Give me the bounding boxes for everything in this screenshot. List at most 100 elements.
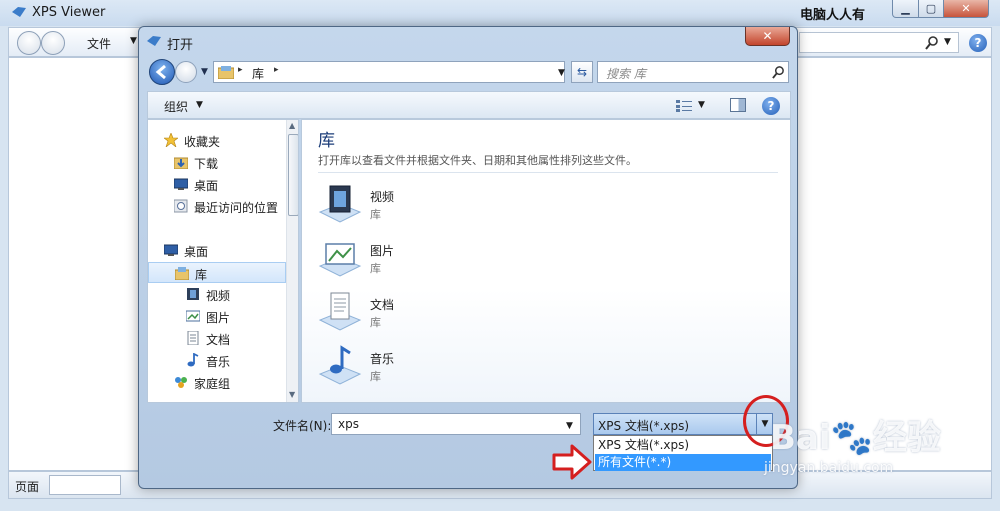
filename-value[interactable]: xps (338, 417, 359, 431)
star-icon (164, 133, 178, 147)
xps-app-icon (12, 7, 26, 17)
search-placeholder: 搜索 库 (606, 67, 646, 81)
recent-places-icon (174, 199, 188, 213)
window-title: XPS Viewer (32, 5, 106, 20)
search-icon[interactable] (925, 36, 939, 50)
desktop-icon (174, 178, 188, 190)
chevron-down-icon[interactable]: ▼ (698, 100, 705, 110)
scroll-down-icon[interactable]: ▼ (289, 390, 295, 399)
filename-input[interactable]: xps ▼ (331, 413, 581, 435)
dialog-close-button[interactable]: ✕ (745, 27, 790, 46)
help-icon[interactable]: ? (969, 34, 987, 52)
page-number-input[interactable] (49, 475, 121, 495)
back-icon[interactable] (17, 31, 41, 55)
library-type: 库 (370, 316, 381, 329)
filename-label: 文件名(N): (273, 419, 332, 433)
library-type: 库 (370, 208, 381, 221)
search-input[interactable]: 搜索 库 (597, 61, 789, 83)
annotation-arrow-icon (552, 444, 592, 480)
organize-button[interactable]: 组织 (164, 98, 188, 115)
change-view-icon[interactable] (676, 99, 692, 112)
nav-item-label: 文档 (206, 333, 231, 347)
nav-scrollbar[interactable]: ▲ ▼ (286, 120, 298, 402)
forward-icon[interactable] (41, 31, 65, 55)
nav-item-videos[interactable]: 视频 (148, 284, 286, 305)
nav-item-homegroup[interactable]: 家庭组 (148, 372, 286, 393)
downloads-folder-icon (174, 157, 188, 169)
chevron-down-icon[interactable]: ▼ (944, 37, 951, 47)
nav-item-recent-places[interactable]: 最近访问的位置 (148, 196, 286, 217)
navigation-bar: ▼ ▸ 库 ▸ ▼ ⇆ 搜索 库 (147, 57, 791, 87)
page-label: 页面 (15, 480, 40, 494)
nav-item-label: 图片 (206, 311, 231, 325)
preview-pane-icon[interactable] (730, 98, 746, 112)
xps-app-icon (147, 36, 161, 46)
forward-icon[interactable] (175, 61, 197, 83)
nav-item-music[interactable]: 音乐 (148, 350, 286, 371)
recent-pages-dropdown[interactable]: ▼ (201, 67, 208, 77)
breadcrumb-location[interactable]: 库 (252, 65, 264, 82)
nav-item-label: 音乐 (206, 355, 231, 369)
filetype-selected[interactable]: XPS 文档(*.xps) (598, 417, 689, 434)
library-description: 打开库以查看文件并根据文件夹、日期和其他属性排列这些文件。 (318, 154, 637, 167)
library-name: 视频 (370, 190, 395, 204)
nav-item-label: 家庭组 (194, 377, 231, 391)
library-item-documents[interactable]: 文档 库 (318, 288, 618, 338)
file-menu[interactable]: 文件 (87, 35, 111, 52)
divider (318, 172, 778, 173)
library-list-pane: 库 打开库以查看文件并根据文件夹、日期和其他属性排列这些文件。 视频 库 图片 … (301, 119, 791, 403)
nav-item-label: 下载 (194, 157, 219, 171)
nav-item-downloads[interactable]: 下载 (148, 152, 286, 173)
nav-item-desktop[interactable]: 桌面 (148, 174, 286, 195)
chevron-down-icon[interactable]: ▼ (566, 421, 573, 431)
help-icon[interactable]: ? (762, 97, 780, 115)
desktop-icon (164, 244, 178, 256)
library-item-pictures[interactable]: 图片 库 (318, 234, 618, 284)
chevron-down-icon[interactable]: ▼ (196, 100, 203, 110)
chevron-down-icon[interactable]: ▼ (130, 36, 137, 46)
command-bar: 组织 ▼ ▼ ? (147, 91, 791, 119)
minimize-button[interactable]: ▁ (892, 0, 919, 18)
nav-item-label: 视频 (206, 289, 231, 303)
documents-icon (187, 331, 199, 345)
title-bar: XPS Viewer 电脑人人有 ▁ ▢ ✕ (0, 0, 1000, 26)
close-button[interactable]: ✕ (943, 0, 989, 18)
back-icon[interactable] (149, 59, 175, 85)
library-item-music[interactable]: 音乐 库 (318, 342, 618, 392)
documents-library-icon (318, 292, 362, 331)
library-type: 库 (370, 370, 381, 383)
open-dialog: 打开 ✕ ▼ ▸ 库 ▸ ▼ ⇆ 搜索 库 组织 ▼ ▼ ? 收藏夹 下载 桌面… (138, 26, 798, 489)
refresh-icon[interactable]: ⇆ (571, 61, 593, 83)
chevron-down-icon[interactable]: ▼ (558, 68, 565, 78)
nav-item-libraries[interactable]: 库 (148, 262, 286, 283)
dialog-title: 打开 (167, 38, 194, 53)
scroll-up-icon[interactable]: ▲ (289, 121, 295, 130)
watermark-url: jingyan.baidu.com (764, 460, 894, 476)
search-icon[interactable] (772, 66, 785, 79)
library-name: 文档 (370, 298, 395, 312)
address-bar[interactable]: ▸ 库 ▸ ▼ (213, 61, 565, 83)
brand-text: 电脑人人有 (800, 8, 866, 23)
nav-item-documents[interactable]: 文档 (148, 328, 286, 349)
nav-item-pictures[interactable]: 图片 (148, 306, 286, 327)
nav-item-label: 桌面 (184, 245, 209, 259)
scrollbar-thumb[interactable] (288, 134, 298, 216)
library-type: 库 (370, 262, 381, 275)
breadcrumb-separator[interactable]: ▸ (274, 65, 279, 75)
homegroup-icon (175, 377, 187, 388)
nav-item-desktop-root[interactable]: 桌面 (148, 240, 286, 261)
music-icon (187, 353, 199, 367)
filetype-option-xps[interactable]: XPS 文档(*.xps) (595, 437, 771, 454)
library-item-videos[interactable]: 视频 库 (318, 180, 618, 230)
breadcrumb-separator[interactable]: ▸ (238, 65, 243, 75)
library-name: 音乐 (370, 352, 395, 366)
maximize-button[interactable]: ▢ (918, 0, 944, 18)
pictures-icon (186, 310, 200, 322)
navigation-pane: 收藏夹 下载 桌面 最近访问的位置 桌面 库 视频 图片 文档 音乐 家庭组 ▲… (147, 119, 299, 403)
nav-item-label: 桌面 (194, 179, 219, 193)
nav-item-label: 最近访问的位置 (194, 201, 279, 215)
filetype-option-all-files[interactable]: 所有文件(*.*) (595, 454, 771, 471)
nav-item-favorites[interactable]: 收藏夹 (148, 130, 286, 151)
library-icon (218, 66, 234, 79)
filetype-dropdown-list: XPS 文档(*.xps) 所有文件(*.*) (593, 435, 773, 471)
